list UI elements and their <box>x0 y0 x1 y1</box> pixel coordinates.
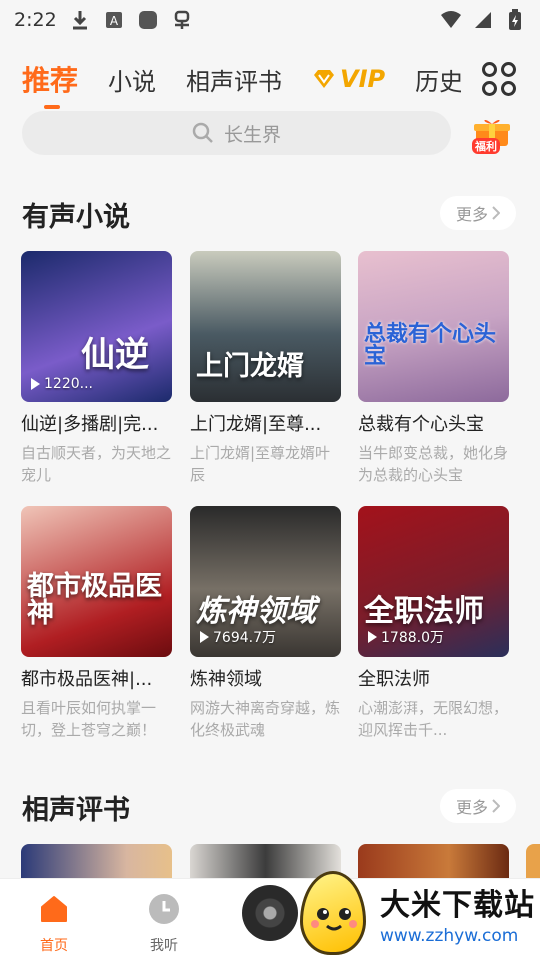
bug-icon <box>171 9 193 31</box>
book-title: 总裁有个心头宝 <box>358 414 484 435</box>
book-title: 全职法师 <box>358 669 430 690</box>
egg-mascot-icon <box>300 871 366 955</box>
clock-icon <box>149 894 179 924</box>
cover-title: 都市极品医神 <box>27 571 162 629</box>
search-icon <box>192 122 213 143</box>
section-title-crosstalk: 相声评书 <box>22 795 130 826</box>
grid-dot-icon <box>482 62 497 77</box>
home-icon <box>41 896 67 922</box>
play-count: 7694.7万 <box>200 627 276 647</box>
nav-home[interactable]: 首页 <box>24 893 84 955</box>
cover-title: 仙逆 <box>81 335 149 375</box>
play-icon <box>200 631 209 643</box>
tab-crosstalk[interactable]: 相声评书 <box>186 62 282 97</box>
wifi-icon <box>440 9 462 31</box>
cover-title: 总裁有个心头宝 <box>364 322 497 369</box>
chevron-right-icon <box>492 799 500 813</box>
battery-icon <box>504 9 526 31</box>
book-title: 都市极品医神|... <box>21 669 153 690</box>
welfare-gift-button[interactable]: 福利 <box>470 116 514 154</box>
app-square-icon <box>137 9 159 31</box>
vip-diamond-icon <box>314 70 335 88</box>
book-desc: 当牛郎变总裁，她化身为总裁的心头宝 <box>358 444 509 484</box>
download-icon <box>69 9 91 31</box>
grid-dot-icon <box>501 62 516 77</box>
tab-vip-label: VIP <box>340 65 386 93</box>
book-cover: 炼神领域 7694.7万 <box>190 506 341 657</box>
status-bar: 2:22 A <box>0 0 540 40</box>
book-desc: 自古顺天者，为天地之宠儿 <box>21 444 172 484</box>
section-title-audio-novel: 有声小说 <box>22 202 130 233</box>
status-time: 2:22 <box>14 9 57 31</box>
book-desc: 心潮澎湃，无限幻想，迎风挥击千... <box>358 699 509 739</box>
signal-icon <box>472 9 494 31</box>
play-count: 1220... <box>31 376 93 392</box>
more-label: 更多 <box>455 798 488 817</box>
tab-history[interactable]: 历史 <box>415 62 461 97</box>
search-placeholder: 长生界 <box>223 123 281 146</box>
nav-listen[interactable]: 我听 <box>134 893 194 955</box>
book-desc: 网游大神离奇穿越，炼化终极武魂 <box>190 699 341 739</box>
watermark-logo: 大米下载站 www.zzhyw.com <box>300 866 540 960</box>
svg-text:A: A <box>110 14 119 28</box>
book-card[interactable]: 炼神领域 7694.7万 炼神领域 网游大神离奇穿越，炼化终极武魂 <box>190 506 341 741</box>
more-button-crosstalk[interactable]: 更多 <box>440 789 516 823</box>
book-card[interactable]: 总裁有个心头宝 总裁有个心头宝 当牛郎变总裁，她化身为总裁的心头宝 <box>358 251 509 486</box>
cover-title: 炼神领域 <box>196 594 316 629</box>
player-disc-icon[interactable] <box>242 885 298 941</box>
category-grid-button[interactable] <box>482 62 516 96</box>
book-cover: 都市极品医神 <box>21 506 172 657</box>
cover-title: 上门龙婿 <box>196 351 304 382</box>
tab-novel[interactable]: 小说 <box>108 62 156 97</box>
watermark-title: 大米下载站 <box>380 888 535 923</box>
top-tabs: 推荐 小说 相声评书 VIP 历史 <box>0 52 540 109</box>
grid-dot-icon <box>501 81 516 96</box>
gift-label: 福利 <box>472 138 500 154</box>
book-desc: 上门龙婿|至尊龙婿叶辰 <box>190 444 331 484</box>
book-card[interactable]: 都市极品医神 都市极品医神|... 且看叶辰如何执掌一切，登上苍穹之巅！ <box>21 506 172 741</box>
book-title: 仙逆|多播剧|完... <box>21 414 159 435</box>
play-count: 1788.0万 <box>368 627 444 647</box>
book-cover: 总裁有个心头宝 <box>358 251 509 402</box>
more-button-audio-novel[interactable]: 更多 <box>440 196 516 230</box>
book-cover: 仙逆 1220... <box>21 251 172 402</box>
grid-dot-icon <box>482 81 497 96</box>
play-icon <box>31 378 40 390</box>
tab-recommend[interactable]: 推荐 <box>22 59 78 109</box>
font-a-icon: A <box>103 9 125 31</box>
book-cover: 全职法师 1788.0万 <box>358 506 509 657</box>
chevron-right-icon <box>492 206 500 220</box>
book-card[interactable]: 上门龙婿 上门龙婿|至尊... 上门龙婿|至尊龙婿叶辰 <box>190 251 341 486</box>
watermark-url: www.zzhyw.com <box>380 926 519 946</box>
search-bar[interactable]: 长生界 <box>22 111 451 155</box>
book-desc: 且看叶辰如何执掌一切，登上苍穹之巅！ <box>21 699 157 739</box>
book-card[interactable]: 全职法师 1788.0万 全职法师 心潮澎湃，无限幻想，迎风挥击千... <box>358 506 509 741</box>
cover-title: 全职法师 <box>364 594 484 629</box>
book-title: 上门龙婿|至尊... <box>190 414 322 435</box>
book-card[interactable]: 仙逆 1220... 仙逆|多播剧|完... 自古顺天者，为天地之宠儿 <box>21 251 172 486</box>
book-title: 炼神领域 <box>190 669 262 690</box>
play-icon <box>368 631 377 643</box>
nav-listen-label: 我听 <box>150 938 178 954</box>
nav-home-label: 首页 <box>40 938 68 954</box>
more-label: 更多 <box>455 205 488 224</box>
book-cover: 上门龙婿 <box>190 251 341 402</box>
tab-vip[interactable]: VIP <box>312 65 385 93</box>
